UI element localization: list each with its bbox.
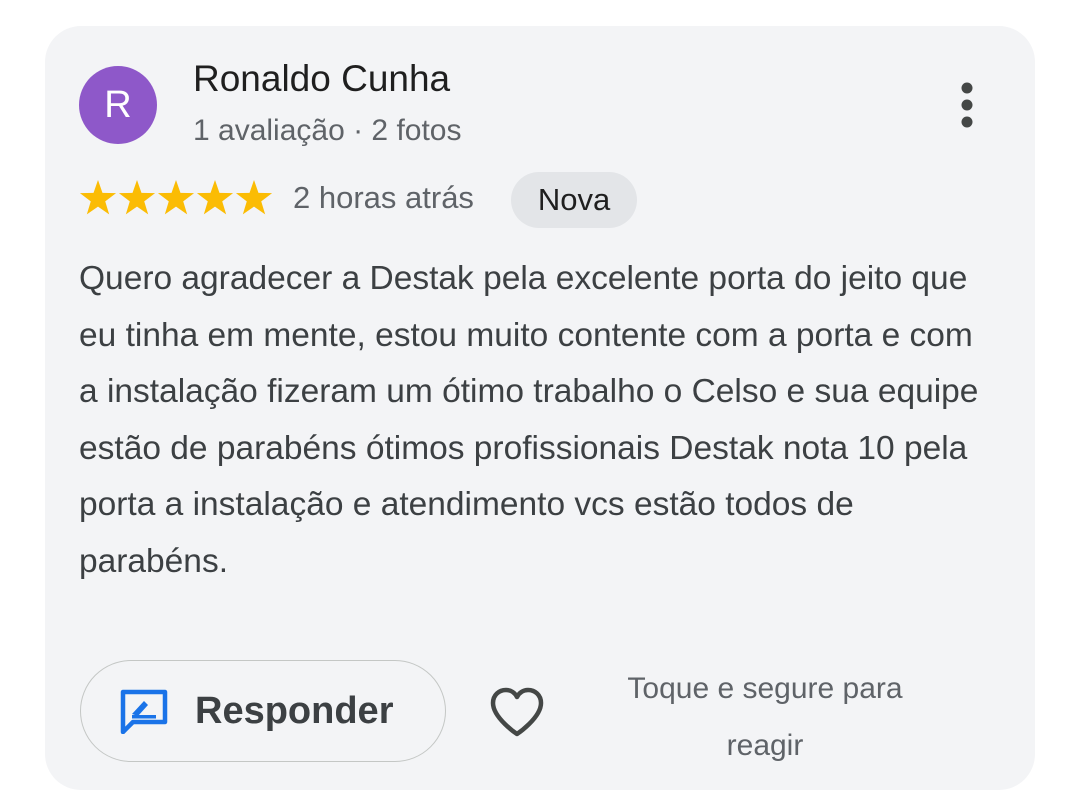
more-vert-icon[interactable] [946,78,988,134]
reply-button[interactable]: Responder [80,660,446,762]
reply-icon [120,689,168,734]
star-icon [118,180,156,215]
react-hint: Toque e segure para reagir [627,672,903,762]
review-time: 2 horas atrás [293,180,474,215]
avatar[interactable]: R [79,66,157,144]
star-icon [79,180,117,215]
star-icon [157,180,195,215]
reviewer-name[interactable]: Ronaldo Cunha [193,58,450,100]
star-rating [79,180,273,215]
avatar-initial: R [104,83,132,126]
reply-label: Responder [195,689,394,732]
star-icon [196,180,234,215]
heart-outline-icon[interactable] [488,686,546,738]
review-text: Quero agradecer a Destak pela excelente … [79,260,979,580]
new-badge: Nova [511,172,637,228]
star-icon [235,180,273,215]
reviewer-meta: 1 avaliação · 2 fotos [193,114,462,147]
